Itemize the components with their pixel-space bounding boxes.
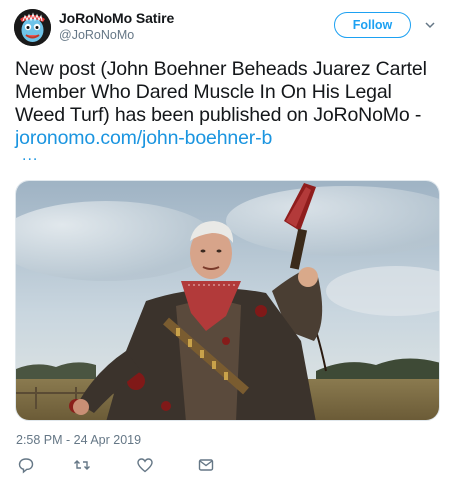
tweet-timestamp[interactable]: 2:58 PM - 24 Apr 2019 [16, 433, 141, 447]
cartoon-face-avatar-icon [14, 9, 51, 46]
tweet-body: New post (John Boehner Beheads Juarez Ca… [15, 58, 427, 126]
author-handle[interactable]: @JoRoNoMo [59, 28, 134, 42]
chevron-down-icon[interactable] [424, 20, 436, 30]
avatar[interactable] [14, 9, 51, 46]
reply-icon[interactable] [17, 456, 35, 474]
author-name[interactable]: JoRoNoMo Satire [59, 10, 174, 26]
follow-button[interactable]: Follow [334, 12, 411, 38]
tweet-text: New post (John Boehner Beheads Juarez Ca… [15, 58, 443, 150]
message-icon[interactable] [197, 456, 215, 474]
tweet-link[interactable]: joronomo.com/john-boehner-b [15, 127, 272, 149]
tweet-image[interactable] [15, 180, 440, 421]
tweet-actions [0, 456, 450, 474]
retweet-icon[interactable] [73, 456, 91, 474]
boehner-machete-illustration [16, 181, 439, 420]
tweet-card: JoRoNoMo Satire @JoRoNoMo Follow New pos… [0, 0, 450, 484]
link-ellipsis[interactable]: ... [22, 147, 38, 165]
like-icon[interactable] [136, 456, 154, 474]
